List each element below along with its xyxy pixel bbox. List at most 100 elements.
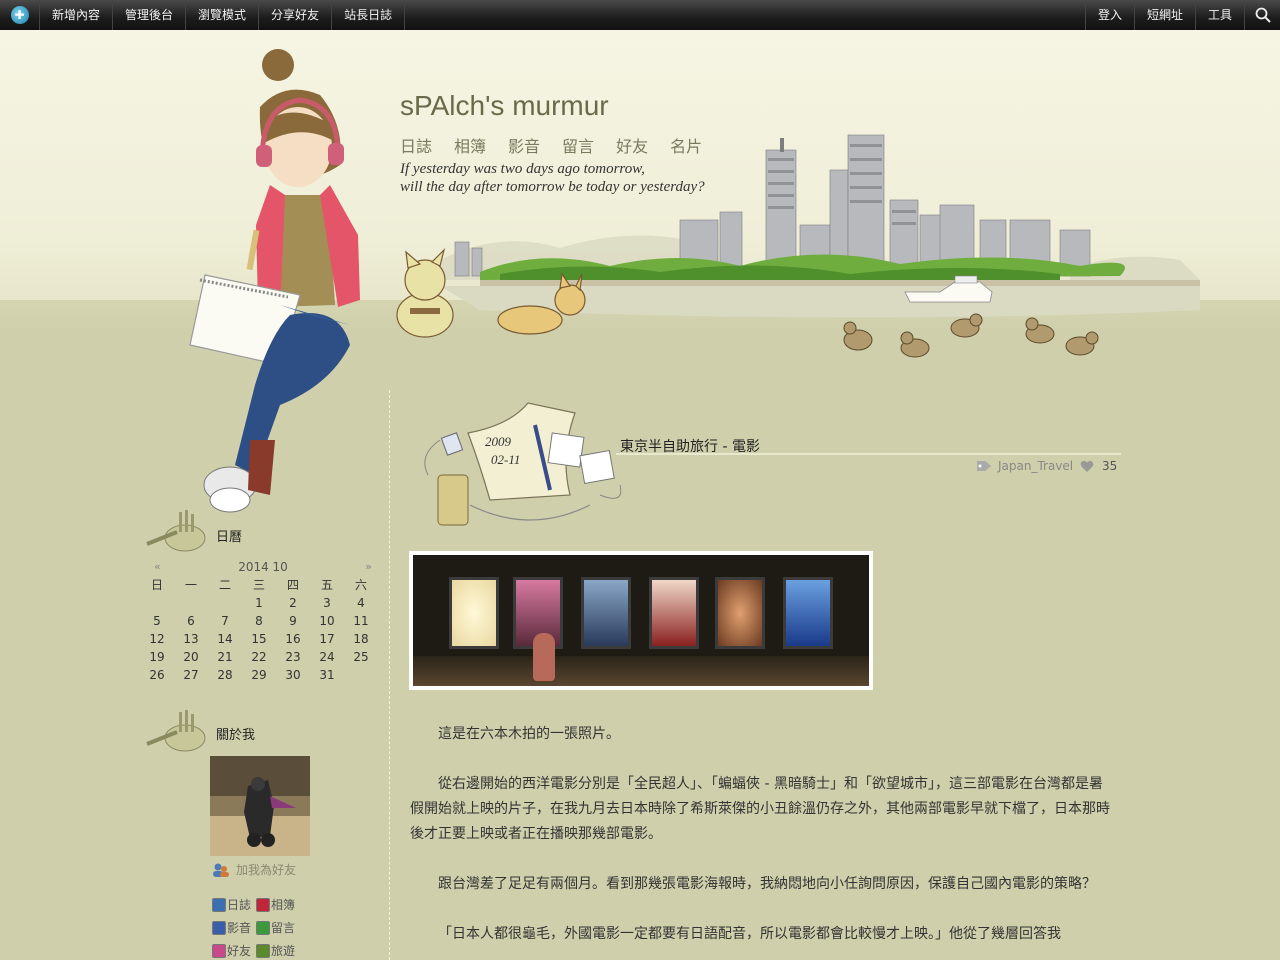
calendar-weekday: 三 (252, 578, 265, 592)
topbar-site-log[interactable]: 站長日誌 (332, 0, 406, 30)
post-date-year: 2009 (485, 434, 511, 449)
calendar-day: 13 (183, 632, 199, 646)
topbar-login[interactable]: 登入 (1084, 0, 1134, 30)
calendar-day: 22 (251, 650, 267, 664)
calendar-day: 21 (217, 650, 233, 664)
calendar-day: 1 (255, 596, 263, 610)
profile-link-guestbook[interactable]: 留言 (256, 919, 300, 936)
post-photo[interactable] (409, 551, 873, 690)
calendar-day: 20 (183, 650, 199, 664)
profile-link-label: 旅遊 (271, 944, 296, 958)
calendar-weekday: 四 (286, 578, 299, 592)
friends-icon (212, 943, 226, 958)
calendar-week-row: 19 20 21 22 23 24 25 (140, 648, 380, 666)
post-title-underline (616, 453, 1121, 455)
profile-link-label: 留言 (271, 921, 296, 935)
calendar-week-row: 12 13 14 15 16 17 18 (140, 630, 380, 648)
post-date-monthday: 02-11 (491, 452, 521, 467)
calendar-week-row: 5 6 7 8 9 10 11 (140, 612, 380, 630)
calendar-week-row: 26 27 28 29 30 31 (140, 666, 380, 684)
calendar-day (344, 666, 378, 684)
post-likes[interactable]: 35 (1080, 459, 1117, 473)
calendar-week-row: 1 2 3 4 (140, 594, 380, 612)
calendar-day: 15 (251, 632, 267, 646)
girl-sketching-illustration (189, 49, 360, 513)
guestbook-icon (256, 920, 270, 935)
topbar-new-content[interactable]: 新增內容 (40, 0, 114, 30)
topbar-share[interactable]: 分享好友 (259, 0, 333, 30)
calendar-day: 11 (353, 614, 369, 628)
profile-link-journal[interactable]: 日誌 (212, 896, 256, 913)
profile-link-friends[interactable]: 好友 (212, 942, 256, 959)
calendar-day: 24 (319, 650, 335, 664)
topbar-admin[interactable]: 管理後台 (113, 0, 187, 30)
calendar-day: 17 (319, 632, 335, 646)
blog-nav-video[interactable]: 影音 (508, 133, 540, 157)
profile-link-travel[interactable]: 旅遊 (256, 942, 300, 959)
post-category-label: Japan_Travel (998, 459, 1074, 473)
calendar-day: 12 (149, 632, 165, 646)
heart-icon (1080, 460, 1094, 472)
calendar-day: 3 (323, 596, 331, 610)
calendar-day: 31 (319, 668, 335, 682)
calendar-day: 2 (289, 596, 297, 610)
calendar-day: 26 (149, 668, 165, 682)
add-friend-icon (213, 863, 229, 877)
calendar-day: 28 (217, 668, 233, 682)
topbar-browse-mode[interactable]: 瀏覽模式 (186, 0, 260, 30)
calendar-day: 8 (255, 614, 263, 628)
blog-title[interactable]: sPAlch's murmur (400, 90, 609, 122)
calendar-day: 6 (187, 614, 195, 628)
profile-link-label: 日誌 (227, 898, 252, 912)
post-category[interactable]: Japan_Travel (976, 459, 1073, 473)
about-widget-title: 關於我 (216, 728, 256, 743)
topbar-tools[interactable]: 工具 (1194, 0, 1244, 30)
blog-nav-journal[interactable]: 日誌 (400, 133, 432, 157)
calendar-day: 23 (285, 650, 301, 664)
profile-link-label: 好友 (227, 944, 252, 958)
journal-icon (212, 897, 226, 912)
blog-nav: 日誌 相簿 影音 留言 好友 名片 (400, 133, 702, 157)
blog-nav-friends[interactable]: 好友 (616, 133, 648, 157)
calendar-day: 29 (251, 668, 267, 682)
calendar-day: 30 (285, 668, 301, 682)
calendar: « 2014 10 » 日 一 二 三 四 五 六 1 2 3 4 5 6 7 … (140, 560, 380, 684)
blog-nav-profile[interactable]: 名片 (670, 133, 702, 157)
calendar-day (208, 594, 242, 612)
calendar-day: 16 (285, 632, 301, 646)
add-friend-label: 加我為好友 (236, 863, 297, 877)
album-icon (256, 897, 270, 912)
post-content: 這是在六本木拍的一張照片。 從右邊開始的西洋電影分別是「全民超人」、「蝙蝠俠 -… (410, 722, 1115, 960)
search-icon[interactable] (1244, 0, 1280, 30)
calendar-weekday: 一 (184, 578, 197, 592)
calendar-day: 14 (217, 632, 233, 646)
profile-links: 日誌 相簿 影音 留言 好友 旅遊 (212, 896, 300, 959)
calendar-next-month[interactable]: » (365, 560, 372, 576)
add-friend-link[interactable]: 加我為好友 (212, 861, 296, 878)
calendar-month-label: 2014 10 (238, 560, 288, 574)
post-paragraph: 「日本人都很龜毛，外國電影一定都要有日語配音，所以電影都會比較慢才上映。」他從了… (438, 926, 1061, 942)
calendar-day: 4 (357, 596, 365, 610)
travel-icon (256, 943, 270, 958)
calendar-day: 9 (289, 614, 297, 628)
profile-link-video[interactable]: 影音 (212, 919, 256, 936)
blog-tagline: If yesterday was two days ago tomorrow, … (400, 160, 705, 196)
calendar-weekday: 六 (354, 578, 367, 592)
profile-link-album[interactable]: 相簿 (256, 896, 300, 913)
calendar-day: 5 (153, 614, 161, 628)
calendar-day: 25 (353, 650, 369, 664)
blog-nav-album[interactable]: 相簿 (454, 133, 486, 157)
calendar-day: 7 (221, 614, 229, 628)
calendar-day (140, 594, 174, 612)
avatar[interactable] (210, 756, 310, 856)
blog-nav-guestbook[interactable]: 留言 (562, 133, 594, 157)
tagline-line-1: If yesterday was two days ago tomorrow, (400, 161, 645, 177)
top-toolbar: ✚ 新增內容 管理後台 瀏覽模式 分享好友 站長日誌 登入 短網址 工具 (0, 0, 1280, 30)
calendar-day: 10 (319, 614, 335, 628)
topbar-short-url[interactable]: 短網址 (1133, 0, 1195, 30)
calendar-widget-title: 日曆 (216, 530, 243, 545)
calendar-weekday-row: 日 一 二 三 四 五 六 (140, 576, 380, 594)
video-icon (212, 920, 226, 935)
pixnet-logo-icon[interactable]: ✚ (0, 0, 40, 30)
calendar-prev-month[interactable]: « (154, 560, 161, 576)
